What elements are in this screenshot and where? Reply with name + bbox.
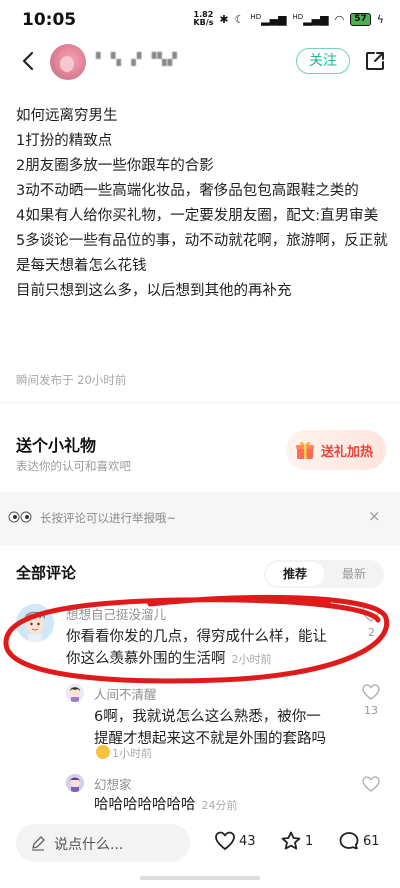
status-time: 10:05 xyxy=(22,10,77,30)
comment-bubble-icon xyxy=(339,832,359,850)
close-icon[interactable]: × xyxy=(368,507,381,525)
status-icons: 1.82 KB/s ✱ ☾ HD▂▄▆ HD▂▄▆ ◠ 57 ϟ xyxy=(193,11,384,27)
post-line: 如何远离穷男生 xyxy=(16,108,118,124)
gift-subtitle: 表达你的认可和喜欢吧 xyxy=(16,459,131,473)
comment-text: 你看看你发的几点，得穷成什么样，能让 你这么羡慕外围的生活啊 2小时前 xyxy=(66,626,366,671)
back-arrow-icon[interactable] xyxy=(18,50,40,72)
report-hint-text: 长按评论可以进行举报哦~ xyxy=(40,511,177,525)
favorite-count: 1 xyxy=(305,833,314,849)
comment-count: 61 xyxy=(363,833,380,849)
sort-recommended-tab[interactable]: 推荐 xyxy=(266,562,324,586)
section-separator xyxy=(0,492,400,502)
signal-icon-2: HD▂▄▆ xyxy=(292,12,329,26)
gift-box-icon xyxy=(296,441,314,459)
gift-title: 送个小礼物 xyxy=(16,436,97,455)
net-speed-unit: KB/s xyxy=(193,18,214,27)
comment-sort-toggle: 推荐 最新 xyxy=(264,560,384,588)
favorite-button[interactable]: 1 xyxy=(280,830,313,852)
follow-button[interactable]: 关注 xyxy=(296,48,350,74)
avatar-illustration xyxy=(66,684,84,702)
comment-text: 6啊，我就说怎么这么熟悉，被你一 提醒才想起来这不就是外围的套路吗 xyxy=(94,706,354,750)
comment-text-line: 哈哈哈哈哈哈哈 xyxy=(94,797,196,813)
heart-icon[interactable] xyxy=(362,606,380,622)
charging-icon: ϟ xyxy=(376,12,384,26)
commenter-name[interactable]: 幻想家 xyxy=(94,774,132,793)
section-separator xyxy=(0,536,400,546)
report-hint-bar: 长按评论可以进行举报哦~ × xyxy=(0,502,400,536)
commenter-name[interactable]: 人间不清醒 xyxy=(94,684,157,703)
author-avatar[interactable] xyxy=(50,44,86,80)
comments-title: 全部评论 xyxy=(16,564,77,582)
battery-icon: 57 xyxy=(350,12,371,26)
comment-text-line: 6啊，我就说怎么这么熟悉，被你一 xyxy=(94,709,321,725)
pencil-icon xyxy=(32,836,45,851)
post-body: 如何远离穷男生 1打扮的精致点 2朋友圈多放一些你跟车的合影 3动不动晒一些高端… xyxy=(16,104,388,304)
commenter-avatar[interactable] xyxy=(16,604,54,642)
bottom-action-bar: 说点什么... 43 1 61 xyxy=(0,818,400,872)
post-timestamp: 瞬间发布于 20小时前 xyxy=(16,373,127,387)
bluetooth-icon: ✱ xyxy=(219,12,229,26)
post-line: 3动不动晒一些高端化妆品，奢侈品包包高跟鞋之类的 xyxy=(16,183,359,199)
share-icon[interactable] xyxy=(364,50,386,72)
moon-icon: ☾ xyxy=(234,12,245,26)
wifi-icon: ◠ xyxy=(334,12,345,26)
post-line: 2朋友圈多放一些你跟车的合影 xyxy=(16,158,214,174)
commenter-avatar[interactable] xyxy=(66,684,84,702)
heart-icon xyxy=(215,831,235,851)
heart-icon[interactable] xyxy=(362,776,380,792)
post-line: 1打扮的精致点 xyxy=(16,133,113,149)
post-line: 目前只想到这么多，以后想到其他的再补充 xyxy=(16,283,292,299)
sort-latest-tab[interactable]: 最新 xyxy=(326,562,382,586)
home-indicator[interactable] xyxy=(140,876,260,880)
post-line: 4如果有人给你买礼物，一定要发朋友圈，配文:直男审美 xyxy=(16,208,379,224)
divider xyxy=(0,402,400,403)
post-line: 5多谈论一些有品位的事，动不动就花啊，旅游啊，反正就是每天想着怎么花钱 xyxy=(16,233,388,274)
like-button[interactable]: 43 xyxy=(214,830,256,852)
eyes-icon xyxy=(8,511,32,523)
comment-text-line: 你看看你发的几点，得穷成什么样，能让 xyxy=(66,629,327,645)
net-speed: 1.82 KB/s xyxy=(193,11,213,27)
comment-button[interactable]: 61 xyxy=(338,830,380,852)
comment-time: 1小时前 xyxy=(112,747,152,760)
send-gift-label: 送礼加热 xyxy=(321,444,374,460)
star-icon xyxy=(281,831,301,850)
avatar-illustration xyxy=(16,604,54,642)
comment-text-line: 你这么羡慕外围的生活啊 xyxy=(66,651,226,667)
comment-input[interactable]: 说点什么... xyxy=(16,824,190,862)
signal-label-2: HD xyxy=(292,12,304,21)
status-bar: 10:05 1.82 KB/s ✱ ☾ HD▂▄▆ HD▂▄▆ ◠ 57 ϟ xyxy=(0,0,400,40)
comment-time: 24分前 xyxy=(201,799,238,812)
send-gift-button[interactable]: 送礼加热 xyxy=(286,430,386,470)
signal-icon-1: HD▂▄▆ xyxy=(250,12,287,26)
comment-like-count: 13 xyxy=(364,704,378,717)
post-header: ▘▝▖▗▘▝▚▞ 关注 xyxy=(0,40,400,86)
comment-like-count: 2 xyxy=(368,626,375,639)
avatar-illustration xyxy=(66,774,84,792)
commenter-name[interactable]: 想想自己挺没溜儿 xyxy=(66,604,166,623)
like-count: 43 xyxy=(239,833,256,849)
signal-label-1: HD xyxy=(250,12,262,21)
comment-time: 2小时前 xyxy=(231,653,272,666)
commenter-avatar[interactable] xyxy=(66,774,84,792)
author-name[interactable]: ▘▝▖▗▘▝▚▞ xyxy=(96,52,178,66)
comment-input-placeholder: 说点什么... xyxy=(54,837,124,853)
comment-text: 哈哈哈哈哈哈哈 24分前 xyxy=(94,794,354,817)
heart-icon[interactable] xyxy=(362,684,380,700)
emoji-icon xyxy=(96,745,110,759)
